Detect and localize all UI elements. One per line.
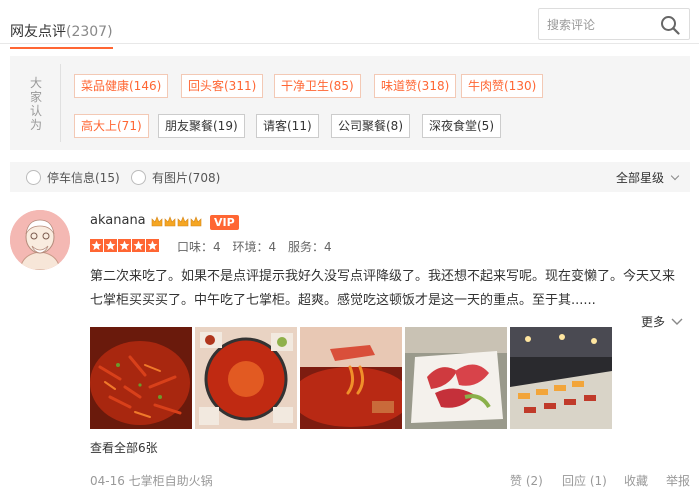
review-date-shop: 04-16 七掌柜自助火锅 bbox=[90, 474, 213, 488]
review-photo[interactable] bbox=[195, 327, 297, 429]
avatar[interactable] bbox=[10, 210, 70, 270]
tab-reviews-label: 网友点评 bbox=[10, 24, 66, 40]
crown-icon bbox=[164, 216, 176, 227]
favorite-button[interactable]: 收藏 bbox=[624, 472, 648, 489]
search-input[interactable] bbox=[547, 16, 657, 34]
tab-reviews-count: (2307) bbox=[66, 24, 113, 40]
tag-clean[interactable]: 干净卫生(85) bbox=[274, 74, 361, 98]
vip-badge: VIP bbox=[210, 215, 239, 230]
star-icon bbox=[132, 239, 145, 252]
tag-company[interactable]: 公司聚餐(8) bbox=[331, 114, 410, 138]
tab-reviews[interactable]: 网友点评(2307) bbox=[10, 21, 113, 49]
filter-parking-radio[interactable]: 停车信息(15) bbox=[26, 169, 120, 186]
review-tabbar: 网友点评(2307) bbox=[0, 0, 699, 49]
username[interactable]: akanana bbox=[90, 213, 146, 228]
star-icon bbox=[104, 239, 117, 252]
rating-stars bbox=[90, 239, 159, 252]
star-icon bbox=[90, 239, 103, 252]
radio-circle[interactable] bbox=[26, 170, 41, 185]
tag-friends[interactable]: 朋友聚餐(19) bbox=[158, 114, 245, 138]
tags-divider bbox=[60, 64, 61, 142]
review-photo[interactable] bbox=[90, 327, 192, 429]
search-icon[interactable] bbox=[660, 15, 680, 35]
review-photo[interactable] bbox=[300, 327, 402, 429]
search-box bbox=[538, 8, 690, 40]
filter-bar: 停车信息(15) 有图片(708) 全部星级 bbox=[10, 162, 690, 192]
crown-icon bbox=[151, 216, 163, 227]
tag-treat[interactable]: 请客(11) bbox=[256, 114, 319, 138]
chevron-down-icon bbox=[670, 171, 680, 181]
tags-label: 大 家 认 为 bbox=[26, 76, 46, 132]
more-label: 更多 bbox=[641, 315, 666, 329]
tag-healthy[interactable]: 菜品健康(146) bbox=[74, 74, 169, 98]
filter-parking-label: 停车信息(15) bbox=[47, 171, 120, 185]
reply-button[interactable]: 回应 (1) bbox=[562, 472, 607, 489]
tags-panel: 大 家 认 为 菜品健康(146) 回头客(311) 干净卫生(85) 味道赞(… bbox=[10, 56, 690, 150]
star-icon bbox=[146, 239, 159, 252]
user-level-crowns bbox=[151, 215, 202, 228]
tag-returning[interactable]: 回头客(311) bbox=[181, 74, 264, 98]
tag-late-night[interactable]: 深夜食堂(5) bbox=[422, 114, 501, 138]
view-all-photos-link[interactable]: 查看全部6张 bbox=[90, 439, 158, 456]
review-photo[interactable] bbox=[510, 327, 612, 429]
tag-tasty[interactable]: 味道赞(318) bbox=[374, 74, 457, 98]
chevron-down-icon bbox=[671, 318, 683, 325]
sub-scores: 口味：4 环境：4 服务：4 bbox=[177, 238, 340, 255]
filter-photos-label: 有图片(708) bbox=[152, 171, 221, 185]
star-filter-label: 全部星级 bbox=[615, 171, 664, 185]
more-button[interactable]: 更多 bbox=[641, 313, 683, 330]
star-icon bbox=[118, 239, 131, 252]
review-photo[interactable] bbox=[405, 327, 507, 429]
tags-label-char: 认 bbox=[29, 104, 42, 118]
score-taste: 口味：4 bbox=[177, 240, 221, 254]
avatar-image bbox=[10, 210, 70, 270]
tag-beef[interactable]: 牛肉赞(130) bbox=[461, 74, 544, 98]
tags-label-char: 家 bbox=[29, 90, 42, 104]
score-service: 服务：4 bbox=[287, 240, 332, 254]
tags-label-char: 大 bbox=[29, 76, 42, 90]
tags-label-char: 为 bbox=[29, 118, 42, 132]
star-filter-dropdown[interactable]: 全部星级 bbox=[615, 169, 680, 186]
report-button[interactable]: 举报 bbox=[666, 472, 690, 489]
like-button[interactable]: 赞 (2) bbox=[510, 472, 543, 489]
crown-icon bbox=[190, 216, 202, 227]
tag-upscale[interactable]: 高大上(71) bbox=[74, 114, 149, 138]
crown-icon bbox=[177, 216, 189, 227]
radio-circle[interactable] bbox=[131, 170, 146, 185]
score-environment: 环境：4 bbox=[232, 240, 277, 254]
review-text: 第二次来吃了。如果不是点评提示我好久没写点评降级了。我还想不起来写呢。现在变懒了… bbox=[90, 269, 676, 308]
filter-photos-radio[interactable]: 有图片(708) bbox=[131, 169, 220, 186]
